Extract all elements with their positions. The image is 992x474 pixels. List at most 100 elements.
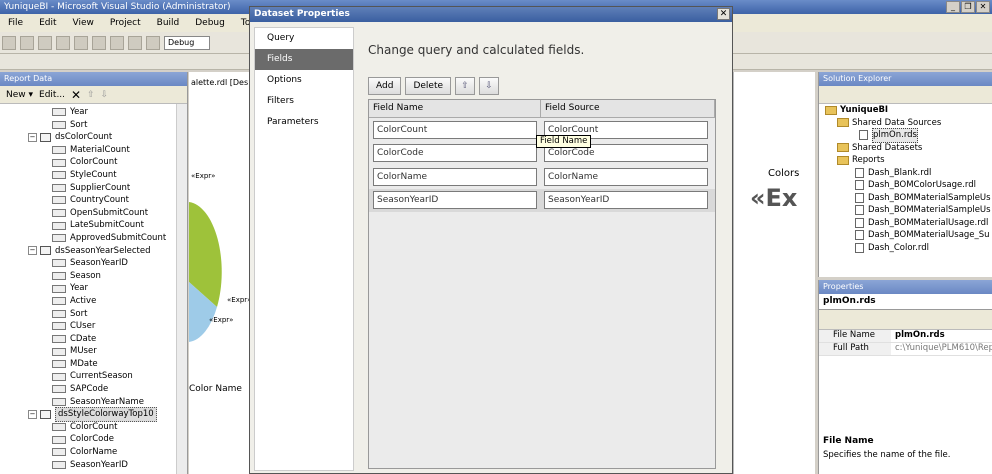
- field-node[interactable]: ColorCount: [0, 156, 187, 169]
- field-node[interactable]: OpenSubmitCount: [0, 207, 187, 220]
- field-node[interactable]: ColorName: [0, 446, 187, 459]
- nav-options[interactable]: Options: [255, 70, 353, 91]
- nav-fields[interactable]: Fields: [255, 49, 353, 70]
- field-node[interactable]: LateSubmitCount: [0, 219, 187, 232]
- expr-label-3: «Expr»: [209, 316, 234, 324]
- solution-item[interactable]: plmOn.rds: [819, 128, 992, 143]
- field-name-input[interactable]: ColorName: [373, 167, 537, 186]
- solution-item[interactable]: Dash_BOMMaterialSampleUs: [819, 204, 992, 217]
- field-source-column-header[interactable]: Field Source: [541, 100, 715, 117]
- menu-debug[interactable]: Debug: [187, 18, 233, 28]
- field-icon: [52, 385, 66, 394]
- menu-view[interactable]: View: [65, 18, 102, 28]
- report-data-scrollbar[interactable]: [176, 104, 187, 474]
- collapse-icon[interactable]: −: [28, 410, 37, 420]
- solution-item[interactable]: Dash_Blank.rdl: [819, 167, 992, 180]
- dataset-node[interactable]: − dsSeasonYearSelected: [0, 245, 187, 258]
- field-name-input[interactable]: ColorCount: [373, 120, 537, 139]
- field-source-input[interactable]: ColorName: [544, 167, 708, 186]
- field-icon: [52, 423, 66, 432]
- menu-project[interactable]: Project: [102, 18, 149, 28]
- solution-item[interactable]: Dash_BOMMaterialUsage.rdl: [819, 217, 992, 230]
- solution-item[interactable]: Reports: [819, 154, 992, 167]
- restore-button[interactable]: ❐: [961, 1, 975, 13]
- field-node[interactable]: StyleCount: [0, 169, 187, 182]
- field-node[interactable]: CountryCount: [0, 194, 187, 207]
- property-row[interactable]: File Name plmOn.rds: [819, 330, 992, 343]
- field-icon: [52, 448, 66, 457]
- solution-item[interactable]: Dash_BOMMaterialSampleUs: [819, 192, 992, 205]
- field-node[interactable]: ColorCount: [0, 421, 187, 434]
- cut-icon[interactable]: [56, 35, 70, 50]
- field-node[interactable]: ColorCode: [0, 433, 187, 446]
- start-debug-icon[interactable]: [146, 35, 160, 50]
- solution-item-label: Reports: [852, 155, 885, 165]
- properties-object-select[interactable]: plmOn.rds: [819, 294, 992, 310]
- move-down-icon[interactable]: ⇩: [101, 90, 109, 100]
- tree-label: CDate: [70, 333, 97, 344]
- field-node[interactable]: SAPCode: [0, 383, 187, 396]
- solution-item[interactable]: Shared Datasets: [819, 142, 992, 155]
- field-node[interactable]: Sort: [0, 308, 187, 321]
- move-up-icon[interactable]: ⇧: [87, 90, 95, 100]
- field-source-input[interactable]: SeasonYearID: [544, 191, 708, 210]
- field-node[interactable]: SeasonYearID: [0, 257, 187, 270]
- nav-query[interactable]: Query: [255, 28, 353, 49]
- property-value[interactable]: c:\Yunique\PLM610\Rep: [891, 343, 992, 355]
- save-icon[interactable]: [20, 35, 34, 50]
- field-node[interactable]: CDate: [0, 333, 187, 346]
- save-all-icon[interactable]: [38, 35, 52, 50]
- field-node[interactable]: SupplierCount: [0, 182, 187, 195]
- solution-item-label: Dash_Color.rdl: [868, 242, 930, 253]
- move-up-icon[interactable]: ⇧: [455, 77, 476, 95]
- delete-icon[interactable]: ✕: [71, 88, 81, 102]
- menu-file[interactable]: File: [0, 18, 31, 28]
- delete-button[interactable]: Delete: [405, 77, 452, 95]
- field-name-input[interactable]: SeasonYearID: [373, 191, 537, 210]
- nav-parameters[interactable]: Parameters: [255, 112, 353, 133]
- field-node[interactable]: Sort: [0, 119, 187, 132]
- minimize-button[interactable]: _: [946, 1, 960, 13]
- dialog-close-button[interactable]: ✕: [717, 8, 730, 20]
- solution-item[interactable]: Dash_BOMMaterialUsage_Su: [819, 229, 992, 242]
- dataset-node[interactable]: − dsColorCount: [0, 131, 187, 144]
- field-name-column-header[interactable]: Field Name: [369, 100, 541, 117]
- move-down-icon[interactable]: ⇩: [479, 77, 500, 95]
- new-menu-button[interactable]: New ▾: [6, 90, 33, 100]
- solution-config-select[interactable]: Debug: [164, 35, 210, 50]
- field-node[interactable]: Year: [0, 106, 187, 119]
- solution-item[interactable]: YuniqueBI: [819, 104, 992, 117]
- field-node[interactable]: SeasonYearID: [0, 459, 187, 472]
- solution-item[interactable]: Dash_BOMColorUsage.rdl: [819, 179, 992, 192]
- menu-build[interactable]: Build: [149, 18, 188, 28]
- field-icon: [52, 221, 66, 230]
- add-button[interactable]: Add: [368, 77, 402, 95]
- edit-button[interactable]: Edit...: [39, 90, 65, 100]
- dataset-node[interactable]: − dsStyleColorwayTop10: [0, 407, 187, 422]
- collapse-icon[interactable]: −: [28, 132, 37, 142]
- field-node[interactable]: CUser: [0, 320, 187, 333]
- solution-item[interactable]: Dash_Color.rdl: [819, 242, 992, 255]
- field-node[interactable]: ApprovedSubmitCount: [0, 232, 187, 245]
- redo-icon[interactable]: [128, 35, 142, 50]
- field-node[interactable]: MDate: [0, 358, 187, 371]
- property-row[interactable]: Full Path c:\Yunique\PLM610\Rep: [819, 343, 992, 356]
- paste-icon[interactable]: [92, 35, 106, 50]
- menu-edit[interactable]: Edit: [31, 18, 64, 28]
- field-node[interactable]: MaterialCount: [0, 144, 187, 157]
- designer-tab[interactable]: alette.rdl [Des: [191, 78, 248, 87]
- field-node[interactable]: CurrentSeason: [0, 370, 187, 383]
- copy-icon[interactable]: [74, 35, 88, 50]
- nav-filters[interactable]: Filters: [255, 91, 353, 112]
- close-window-button[interactable]: ✕: [976, 1, 990, 13]
- field-node[interactable]: Season: [0, 270, 187, 283]
- field-node[interactable]: Active: [0, 295, 187, 308]
- undo-icon[interactable]: [110, 35, 124, 50]
- field-node[interactable]: Year: [0, 282, 187, 295]
- property-value[interactable]: plmOn.rds: [891, 330, 992, 342]
- tree-label: SupplierCount: [70, 182, 131, 193]
- field-name-input[interactable]: ColorCode: [373, 144, 537, 163]
- new-project-icon[interactable]: [2, 35, 16, 50]
- collapse-icon[interactable]: −: [28, 246, 37, 256]
- field-node[interactable]: MUser: [0, 345, 187, 358]
